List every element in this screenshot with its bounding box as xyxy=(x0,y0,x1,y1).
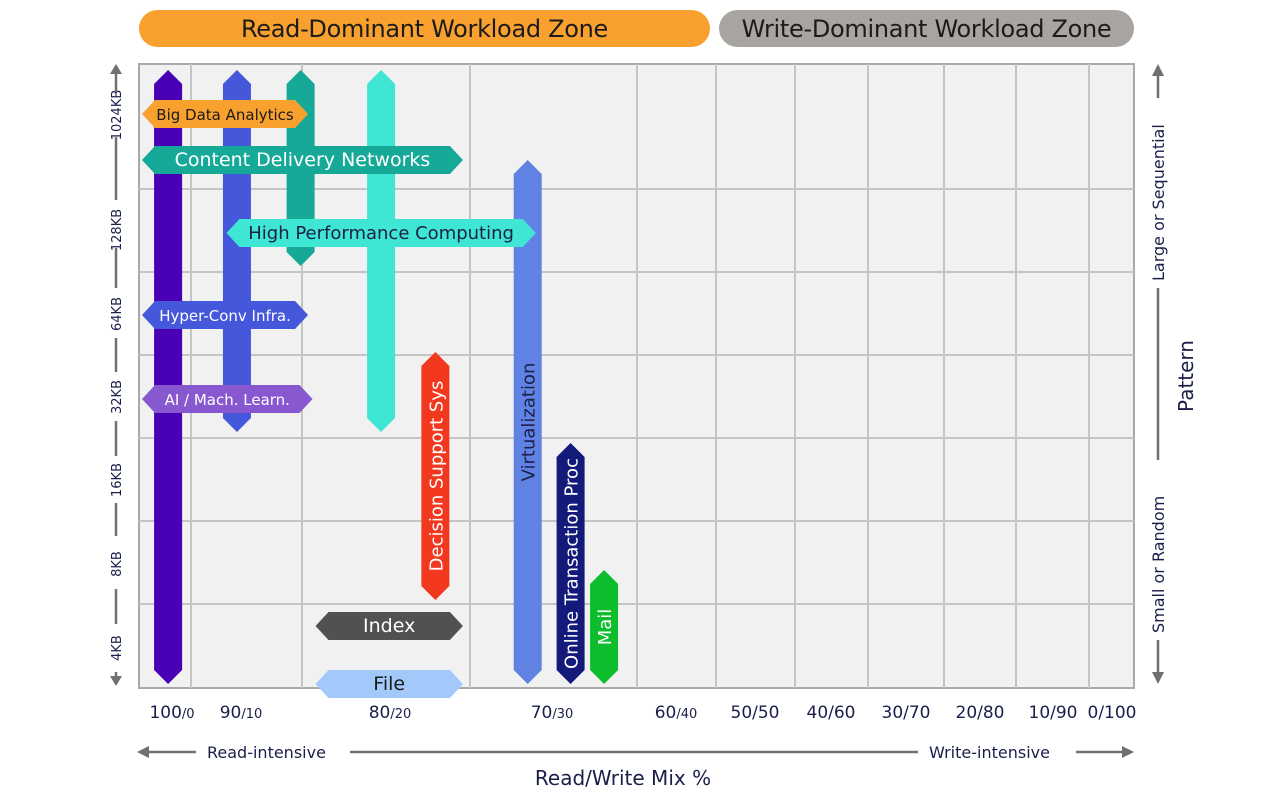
x-tick-label: 70/30 xyxy=(531,703,574,723)
y-tick-label: 64KB xyxy=(110,297,125,331)
vertical-bar-online-transaction-proc: Online Transaction Proc xyxy=(556,443,585,684)
read-intensive-label: Read-intensive xyxy=(207,743,326,762)
horizontal-bar-high-performance-computing: High Performance Computing xyxy=(226,219,536,247)
y-tick-label: 16KB xyxy=(110,463,125,497)
horizontal-bar-file: File xyxy=(315,670,463,698)
x-tick-label: 100/0 xyxy=(149,703,194,723)
vertical-bar-label: Virtualization xyxy=(519,363,540,482)
horizontal-bar-hyper-conv-infra: Hyper-Conv Infra. xyxy=(142,301,309,329)
x-tick-label: 90/10 xyxy=(220,703,263,723)
x-tick-label: 80/20 xyxy=(369,703,412,723)
horizontal-bar-label: Big Data Analytics xyxy=(156,106,294,124)
vertical-bar-mail: Mail xyxy=(590,570,619,684)
pattern-up-arrow-icon xyxy=(1152,64,1164,76)
vertical-bar-label: Online Transaction Proc xyxy=(562,458,583,669)
y-axis-ticks: 4KB 8KB 16KB 32KB 64KB 128KB 1024KB xyxy=(110,90,125,661)
mix-axis: Read-intensive Write-intensive Read/Writ… xyxy=(137,743,1134,790)
y-tick-label: 1024KB xyxy=(110,90,125,141)
y-tick-label: 4KB xyxy=(110,635,125,661)
x-axis-ticks: 100/0 90/10 80/20 70/30 60/40 50/50 40/60 30/70… xyxy=(149,703,1136,723)
x-tick-label: 0/100 xyxy=(1088,703,1137,723)
x-tick-label: 40/60 xyxy=(807,703,856,723)
horizontal-bar-content-delivery-networks: Content Delivery Networks xyxy=(142,146,463,174)
y-axis-up-arrow-icon xyxy=(110,64,122,74)
horizontal-bar-label: File xyxy=(373,673,405,695)
horizontal-bar-big-data-analytics: Big Data Analytics xyxy=(142,100,309,128)
x-tick-label: 10/90 xyxy=(1029,703,1078,723)
y-tick-label: 8KB xyxy=(110,551,125,577)
pattern-bottom-label: Small or Random xyxy=(1149,496,1168,633)
pattern-top-label: Large or Sequential xyxy=(1149,124,1168,281)
vertical-bar-shape xyxy=(367,70,396,432)
x-tick-label: 20/80 xyxy=(956,703,1005,723)
horizontal-bar-label: High Performance Computing xyxy=(248,223,514,244)
vertical-bar-decision-support-sys: Decision Support Sys xyxy=(421,352,450,600)
vertical-bar-bar-81-19 xyxy=(367,70,396,432)
workload-chart: Decision Support Sys Virtualization Online… xyxy=(110,63,1198,790)
horizontal-bar-label: Hyper-Conv Infra. xyxy=(159,307,291,325)
pattern-axis-title: Pattern xyxy=(1174,340,1198,412)
vertical-bar-label: Mail xyxy=(595,609,616,646)
horizontal-bar-index: Index xyxy=(315,612,463,640)
write-intensive-label: Write-intensive xyxy=(929,743,1050,762)
x-tick-label: 50/50 xyxy=(731,703,780,723)
horizontal-bar-label: Index xyxy=(363,615,415,637)
x-tick-label: 60/40 xyxy=(655,703,698,723)
mix-axis-title: Read/Write Mix % xyxy=(535,766,711,790)
write-right-arrow-icon xyxy=(1122,746,1134,758)
y-tick-label: 32KB xyxy=(110,380,125,414)
horizontal-bar-ai-mach-learn: AI / Mach. Learn. xyxy=(142,385,313,413)
pattern-axis: Large or Sequential Small or Random Patt… xyxy=(1149,64,1198,684)
vertical-bar-label: Decision Support Sys xyxy=(426,381,447,572)
pattern-down-arrow-icon xyxy=(1152,672,1164,684)
x-tick-label: 30/70 xyxy=(882,703,931,723)
horizontal-bar-label: AI / Mach. Learn. xyxy=(165,391,290,409)
y-tick-label: 128KB xyxy=(110,209,125,251)
horizontal-bar-label: Content Delivery Networks xyxy=(175,149,431,171)
